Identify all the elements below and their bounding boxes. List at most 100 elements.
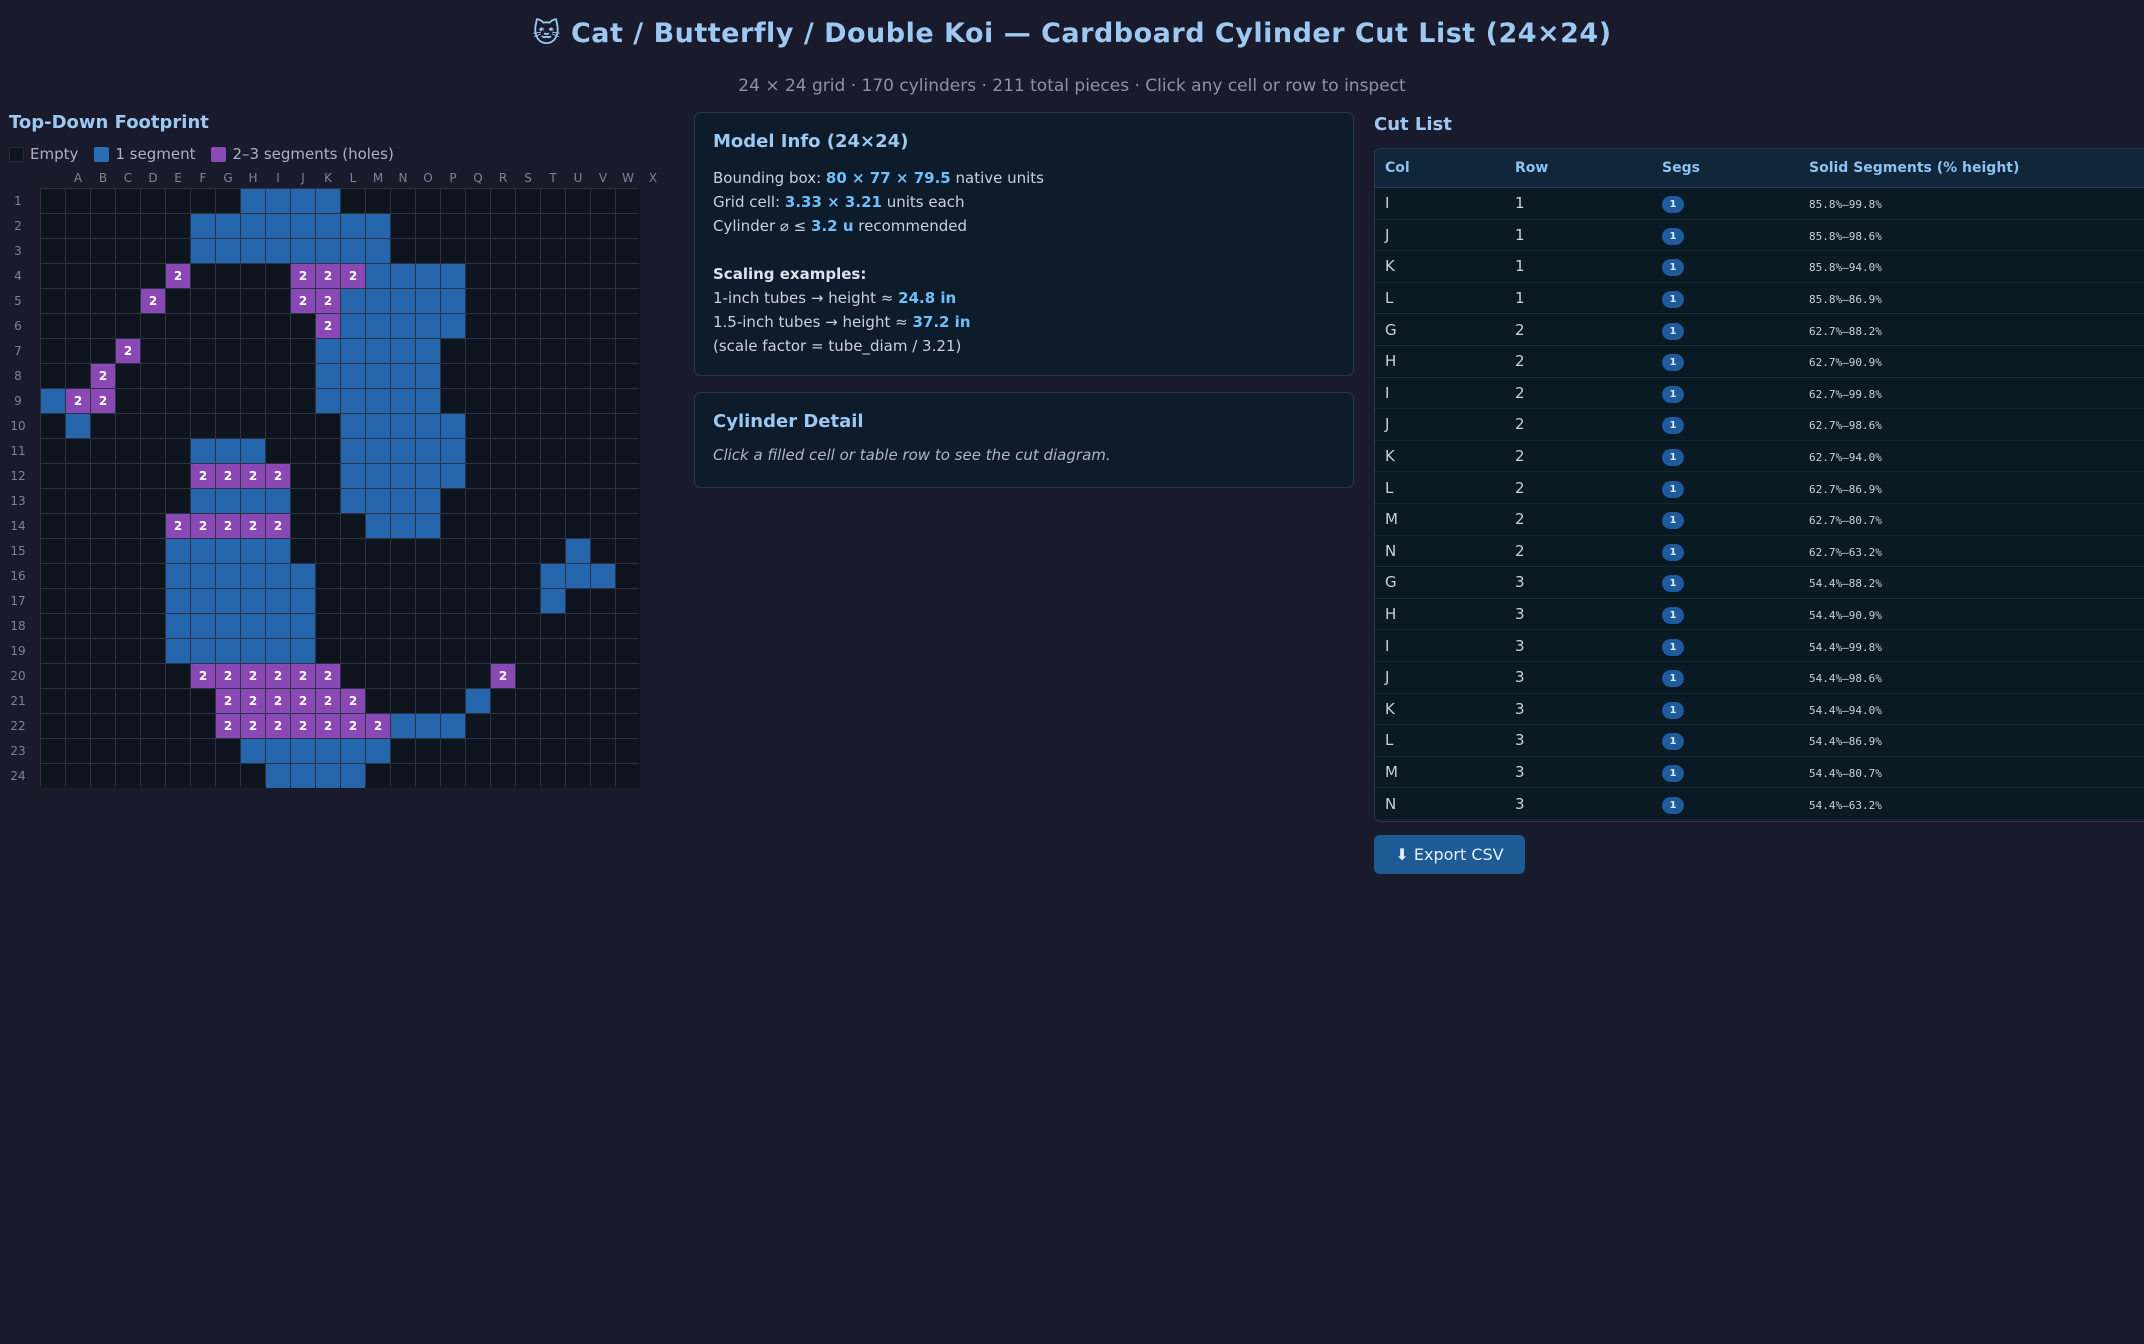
grid-cell-M4[interactable]: 2 [341, 264, 365, 288]
grid-cell-K23[interactable] [291, 739, 315, 763]
grid-cell-F18[interactable] [166, 614, 190, 638]
grid-cell-W16[interactable] [591, 564, 615, 588]
grid-cell-L4[interactable]: 2 [316, 264, 340, 288]
grid-cell-L2[interactable] [316, 214, 340, 238]
grid-cell-I2[interactable] [241, 214, 265, 238]
grid-cell-I15[interactable] [241, 539, 265, 563]
grid-cell-N9[interactable] [366, 389, 390, 413]
grid-cell-J16[interactable] [266, 564, 290, 588]
grid-cell-I17[interactable] [241, 589, 265, 613]
grid-cell-S20[interactable]: 2 [491, 664, 515, 688]
grid-cell-V16[interactable] [566, 564, 590, 588]
grid-cell-M2[interactable] [341, 214, 365, 238]
table-row[interactable]: K 2 1 62.7%–94.0% [1375, 440, 2144, 473]
grid-cell-L7[interactable] [316, 339, 340, 363]
grid-cell-P4[interactable] [416, 264, 440, 288]
grid-cell-M21[interactable]: 2 [341, 689, 365, 713]
grid-cell-O5[interactable] [391, 289, 415, 313]
grid-cell-J18[interactable] [266, 614, 290, 638]
table-row[interactable]: H 2 1 62.7%–90.9% [1375, 345, 2144, 378]
grid-cell-M24[interactable] [341, 764, 365, 788]
grid-cell-G11[interactable] [191, 439, 215, 463]
grid-cell-H18[interactable] [216, 614, 240, 638]
grid-cell-K5[interactable]: 2 [291, 289, 315, 313]
grid-cell-N13[interactable] [366, 489, 390, 513]
grid-cell-M22[interactable]: 2 [341, 714, 365, 738]
grid-cell-K4[interactable]: 2 [291, 264, 315, 288]
grid-cell-F15[interactable] [166, 539, 190, 563]
grid-cell-J15[interactable] [266, 539, 290, 563]
grid-cell-M23[interactable] [341, 739, 365, 763]
grid-cell-K21[interactable]: 2 [291, 689, 315, 713]
grid-cell-N8[interactable] [366, 364, 390, 388]
table-row[interactable]: G 3 1 54.4%–88.2% [1375, 566, 2144, 599]
grid-cell-J19[interactable] [266, 639, 290, 663]
grid-cell-N5[interactable] [366, 289, 390, 313]
grid-cell-P9[interactable] [416, 389, 440, 413]
table-row[interactable]: I 1 1 85.8%–99.8% [1375, 187, 2144, 220]
grid-cell-L21[interactable]: 2 [316, 689, 340, 713]
grid-cell-I1[interactable] [241, 189, 265, 213]
grid-cell-Q5[interactable] [441, 289, 465, 313]
grid-cell-J20[interactable]: 2 [266, 664, 290, 688]
header-row[interactable]: Row [1505, 149, 1652, 188]
grid-cell-M7[interactable] [341, 339, 365, 363]
table-row[interactable]: H 3 1 54.4%–90.9% [1375, 598, 2144, 631]
grid-cell-G3[interactable] [191, 239, 215, 263]
grid-cell-N2[interactable] [366, 214, 390, 238]
grid-cell-J22[interactable]: 2 [266, 714, 290, 738]
grid-cell-G14[interactable]: 2 [191, 514, 215, 538]
grid-cell-O10[interactable] [391, 414, 415, 438]
grid-cell-O14[interactable] [391, 514, 415, 538]
table-row[interactable]: G 2 1 62.7%–88.2% [1375, 313, 2144, 346]
table-row[interactable]: L 1 1 85.8%–86.9% [1375, 282, 2144, 315]
grid-cell-G19[interactable] [191, 639, 215, 663]
grid-cell-I21[interactable]: 2 [241, 689, 265, 713]
grid-cell-P22[interactable] [416, 714, 440, 738]
grid-cell-N10[interactable] [366, 414, 390, 438]
grid-cell-M13[interactable] [341, 489, 365, 513]
grid-cell-K19[interactable] [291, 639, 315, 663]
grid-cell-P10[interactable] [416, 414, 440, 438]
grid-cell-K20[interactable]: 2 [291, 664, 315, 688]
grid-cell-G15[interactable] [191, 539, 215, 563]
grid-cell-O11[interactable] [391, 439, 415, 463]
grid-cell-Q22[interactable] [441, 714, 465, 738]
table-row[interactable]: I 2 1 62.7%–99.8% [1375, 377, 2144, 410]
grid-cell-J3[interactable] [266, 239, 290, 263]
table-row[interactable]: L 3 1 54.4%–86.9% [1375, 724, 2144, 757]
grid-cell-G16[interactable] [191, 564, 215, 588]
grid-cell-F4[interactable]: 2 [166, 264, 190, 288]
grid-cell-G20[interactable]: 2 [191, 664, 215, 688]
grid-cell-F14[interactable]: 2 [166, 514, 190, 538]
grid-cell-N7[interactable] [366, 339, 390, 363]
grid-cell-G12[interactable]: 2 [191, 464, 215, 488]
grid-cell-N6[interactable] [366, 314, 390, 338]
grid-cell-Q6[interactable] [441, 314, 465, 338]
grid-cell-I18[interactable] [241, 614, 265, 638]
grid-cell-U17[interactable] [541, 589, 565, 613]
grid-cell-N12[interactable] [366, 464, 390, 488]
grid-cell-J23[interactable] [266, 739, 290, 763]
grid-cell-K22[interactable]: 2 [291, 714, 315, 738]
grid-cell-N22[interactable]: 2 [366, 714, 390, 738]
table-row[interactable]: F4254.5%–60.0%, 72.7%–85.0% [1375, 819, 2144, 821]
grid-cell-K2[interactable] [291, 214, 315, 238]
grid-cell-L1[interactable] [316, 189, 340, 213]
grid-cell-J1[interactable] [266, 189, 290, 213]
grid-cell-Q4[interactable] [441, 264, 465, 288]
table-row[interactable]: K 3 1 54.4%–94.0% [1375, 693, 2144, 726]
grid-cell-H20[interactable]: 2 [216, 664, 240, 688]
grid-cell-L23[interactable] [316, 739, 340, 763]
grid-cell-K3[interactable] [291, 239, 315, 263]
grid-cell-V15[interactable] [566, 539, 590, 563]
table-row[interactable]: N 2 1 62.7%–63.2% [1375, 535, 2144, 568]
grid-cell-P8[interactable] [416, 364, 440, 388]
grid-cell-F17[interactable] [166, 589, 190, 613]
grid-cell-P7[interactable] [416, 339, 440, 363]
grid-cell-H3[interactable] [216, 239, 240, 263]
grid-cell-D7[interactable]: 2 [116, 339, 140, 363]
grid-cell-I14[interactable]: 2 [241, 514, 265, 538]
grid-cell-H19[interactable] [216, 639, 240, 663]
grid-cell-M9[interactable] [341, 389, 365, 413]
